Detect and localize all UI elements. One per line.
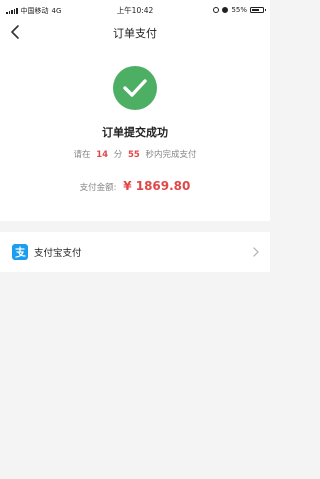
countdown-seconds: 55 [127,150,140,160]
payment-method-label: 支付宝支付 [34,248,82,259]
status-right: 55% [213,6,266,14]
battery-icon [250,7,266,13]
lock-rotation-icon [222,7,229,13]
status-bar: 中国移动 4G 上午10:42 55% [0,0,270,20]
page-title: 订单支付 [113,27,157,40]
battery-percent: 55% [231,6,247,14]
result-card: 订单提交成功 请在 14 分 55 秒内完成支付 支付金额: ¥ 1869.80 [0,44,270,221]
alipay-glyph [15,246,26,258]
countdown-prefix: 请在 [73,150,91,160]
payment-countdown: 请在 14 分 55 秒内完成支付 [0,148,270,160]
success-badge [113,66,157,110]
countdown-minutes: 14 [96,150,109,160]
battery-fill [252,9,259,11]
amount-row: 支付金额: ¥ 1869.80 [0,179,270,193]
alarm-icon [213,7,220,13]
countdown-minutes-unit: 分 [113,150,123,160]
check-icon [123,79,147,97]
amount-label: 支付金额: [79,183,117,193]
order-payment-screen: 中国移动 4G 上午10:42 55% 订单支付 订单提交成功 请在 14 分 … [0,0,270,479]
success-title: 订单提交成功 [102,126,168,139]
alipay-icon [12,244,28,260]
amount-value: ¥ 1869.80 [123,179,191,193]
chevron-right-icon [253,247,259,257]
payment-method-alipay[interactable]: 支付宝支付 [0,232,270,272]
nav-bar: 订单支付 [0,20,270,44]
countdown-suffix: 秒内完成支付 [145,150,197,160]
